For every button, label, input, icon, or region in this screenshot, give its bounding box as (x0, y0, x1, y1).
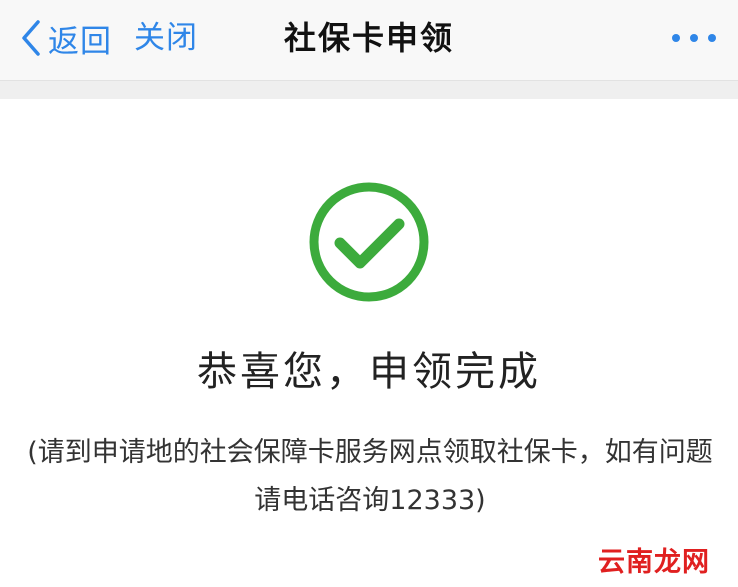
success-check-icon (309, 182, 429, 302)
page-title: 社保卡申领 (283, 19, 454, 57)
watermark-logo: 云南龙网 (598, 547, 710, 578)
result-panel: 恭喜您，申领完成 (请到申请地的社会保障卡服务网点领取社保卡，如有问题请电话咨询… (0, 99, 738, 587)
navigation-bar: 返回 关闭 社保卡申领 (0, 0, 738, 81)
success-heading: 恭喜您，申领完成 (197, 349, 541, 395)
more-horizontal-icon[interactable] (668, 26, 720, 50)
pickup-note: (请到申请地的社会保障卡服务网点领取社保卡，如有问题请电话咨询12333) (27, 437, 713, 516)
header-separator (0, 81, 738, 99)
